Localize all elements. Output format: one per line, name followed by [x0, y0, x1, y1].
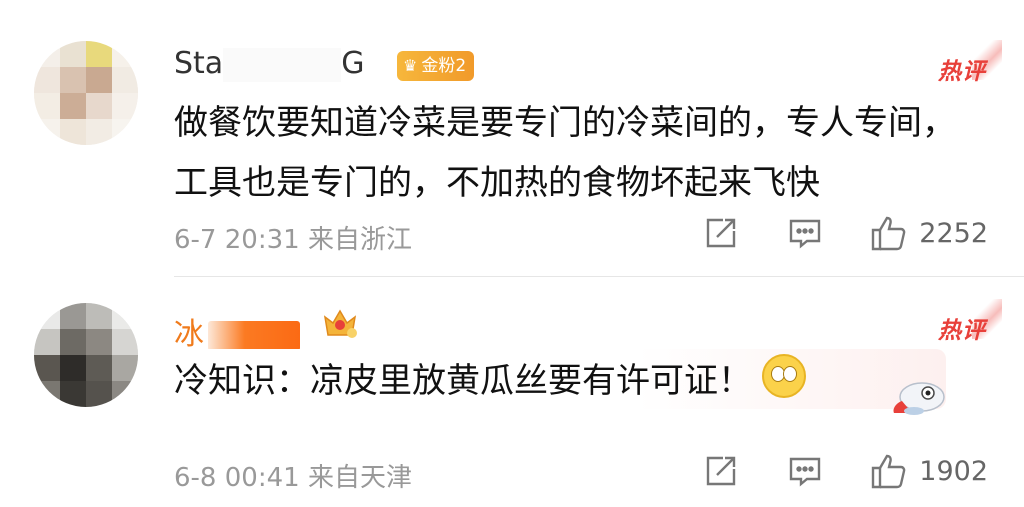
like-count: 1902: [919, 455, 988, 487]
vip-crown-icon: [323, 309, 357, 338]
hot-comment-tag: 热评: [938, 299, 1002, 345]
username[interactable]: 冰: [174, 309, 300, 353]
comment-text-body: 冷知识：凉皮里放黄瓜丝要有许可证！: [174, 361, 752, 401]
comment-actions: 1902: [703, 451, 988, 491]
username-redacted: [208, 320, 300, 351]
share-icon: [707, 456, 736, 486]
mascot-sticker-icon: [893, 382, 945, 415]
comment-button[interactable]: [787, 453, 823, 489]
username-prefix: 冰: [174, 317, 204, 352]
emoji-icon: [762, 354, 806, 398]
location: 来自天津: [307, 463, 412, 493]
comment-item: 冰 热评 冷知识：凉皮里放黄瓜丝要有许可证！ 6-8 00:41 来自天津 19…: [0, 0, 1024, 507]
comment-meta: 6-8 00:41 来自天津: [174, 457, 412, 494]
like-icon: [872, 454, 906, 489]
like-button[interactable]: 1902: [869, 451, 988, 491]
comment-text: 冷知识：凉皮里放黄瓜丝要有许可证！: [174, 351, 894, 411]
timestamp: 6-8 00:41: [174, 463, 300, 493]
share-button[interactable]: [703, 453, 739, 489]
comment-icon: [790, 457, 821, 487]
avatar[interactable]: [34, 303, 138, 407]
